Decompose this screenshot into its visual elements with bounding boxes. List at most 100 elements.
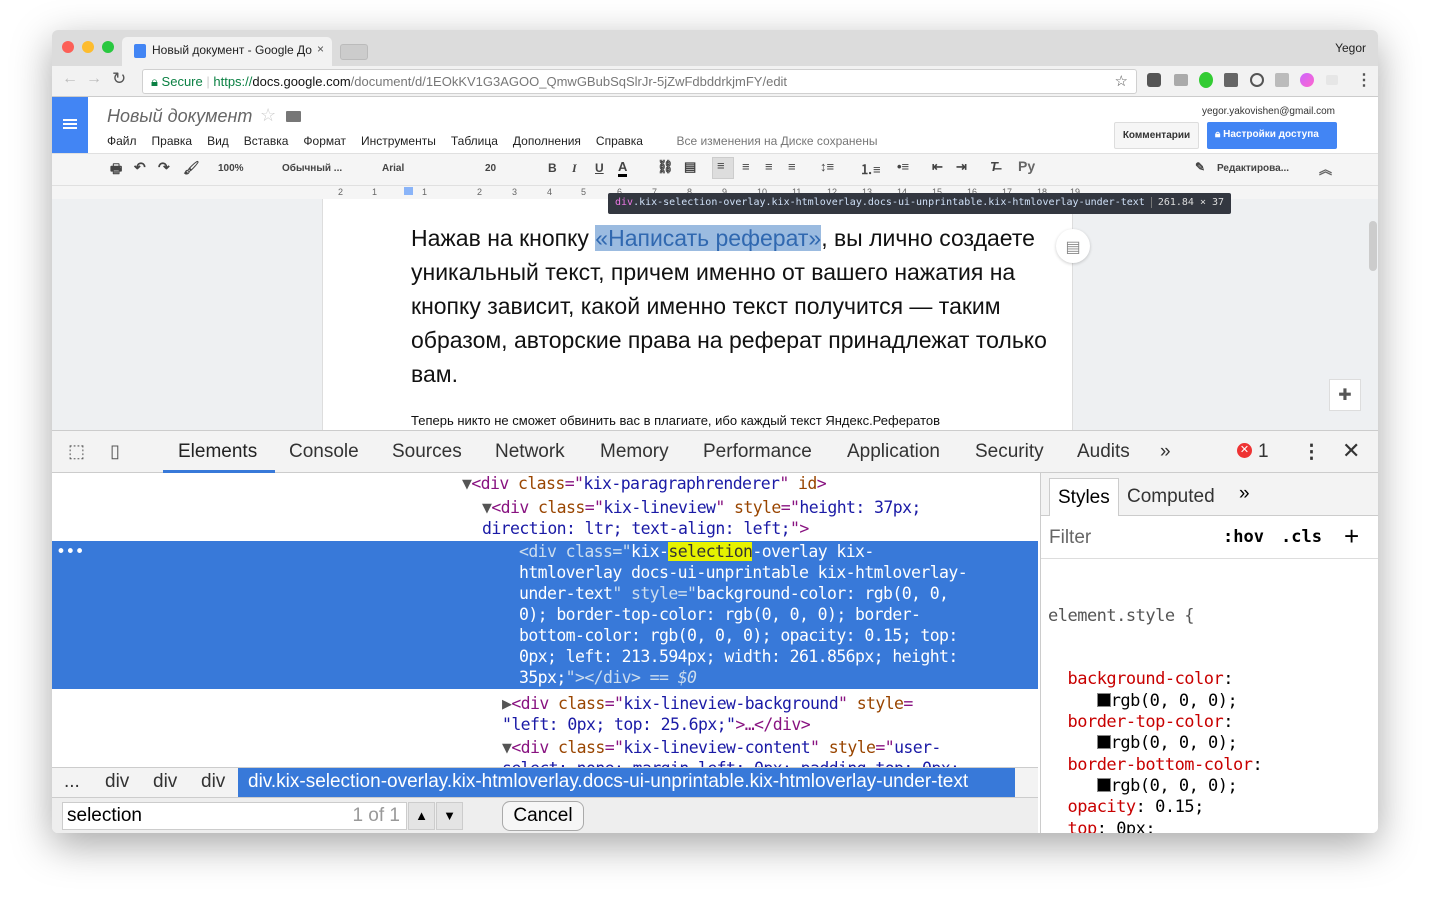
indent-marker[interactable]	[404, 187, 413, 195]
error-icon[interactable]: ✕	[1237, 443, 1252, 458]
justify-icon[interactable]: ≡	[788, 159, 796, 174]
extension-icon[interactable]	[1224, 73, 1238, 87]
styles-filter-input[interactable]: Filter	[1049, 527, 1091, 549]
color-swatch[interactable]	[1096, 692, 1111, 707]
close-tab-icon[interactable]: ×	[317, 42, 324, 56]
share-button[interactable]: 🔒︎ Настройки доступа	[1207, 122, 1337, 149]
document-title[interactable]: Новый документ	[107, 106, 252, 127]
devtools-menu-icon[interactable]: ⋮	[1302, 441, 1321, 464]
reload-icon[interactable]: ↻	[112, 69, 126, 89]
close-window-button[interactable]	[62, 41, 74, 53]
numbered-list-icon[interactable]: ⒈≡	[860, 159, 881, 178]
purple-extension-icon[interactable]	[1300, 73, 1314, 87]
folder-icon[interactable]	[286, 111, 301, 122]
explore-icon[interactable]: ✚	[1329, 379, 1361, 411]
menu-tools[interactable]: Инструменты	[361, 134, 436, 148]
tab-console[interactable]: Console	[289, 441, 359, 463]
dom-node[interactable]: ▶<div class="kix-lineview-background" st…	[502, 693, 913, 714]
breadcrumb-item[interactable]: div	[105, 771, 129, 793]
menu-help[interactable]: Справка	[596, 134, 643, 148]
tab-memory[interactable]: Memory	[600, 441, 669, 463]
menu-view[interactable]: Вид	[207, 134, 229, 148]
menu-file[interactable]: Файл	[107, 134, 137, 148]
link-icon[interactable]: ⛓︎	[657, 159, 674, 175]
document-page[interactable]: Нажав на кнопку «Написать реферат», вы л…	[322, 199, 1073, 430]
tab-security[interactable]: Security	[975, 441, 1044, 463]
color-swatch[interactable]	[1096, 735, 1111, 750]
bold-button[interactable]: B	[548, 161, 557, 175]
tab-network[interactable]: Network	[495, 441, 565, 463]
clear-formatting-icon[interactable]: T̶	[990, 159, 998, 174]
pocket-extension-icon[interactable]	[1147, 73, 1161, 87]
collapse-toolbar-icon[interactable]: ︽	[1319, 159, 1332, 178]
menu-table[interactable]: Таблица	[451, 134, 498, 148]
paint-format-icon[interactable]: 🖌︎	[183, 160, 200, 176]
doc-scrollbar[interactable]	[1369, 221, 1377, 271]
dom-node[interactable]: ▼<div class="kix-paragraphrenderer" id>	[462, 473, 827, 494]
profile-name[interactable]: Yegor	[1335, 41, 1366, 55]
back-icon[interactable]: ←	[62, 70, 78, 88]
url-input[interactable]: 🔒︎ Secure | https://docs.google.com/docu…	[142, 69, 1137, 94]
onepassword-extension-icon[interactable]	[1250, 73, 1264, 87]
font-select[interactable]: Arial	[382, 163, 404, 174]
new-style-rule-icon[interactable]: +	[1344, 521, 1359, 552]
tab-elements[interactable]: Elements	[178, 441, 257, 463]
print-icon[interactable]: 🖶	[110, 160, 122, 182]
menu-addons[interactable]: Дополнения	[513, 134, 581, 148]
breadcrumb-item[interactable]: div	[153, 771, 177, 793]
dom-tree[interactable]: ▼<div class="kix-paragraphrenderer" id> …	[52, 473, 1038, 767]
undo-icon[interactable]: ↶	[134, 159, 146, 176]
tab-audits[interactable]: Audits	[1077, 441, 1130, 463]
close-devtools-icon[interactable]: ✕	[1342, 438, 1360, 464]
style-property[interactable]: opacity: 0.15;	[1048, 797, 1262, 818]
menu-insert[interactable]: Вставка	[244, 134, 289, 148]
menu-edit[interactable]: Правка	[152, 134, 193, 148]
breadcrumb-item-selected[interactable]: div.kix-selection-overlay.kix-htmloverla…	[238, 768, 1015, 798]
tab-application[interactable]: Application	[847, 441, 940, 463]
editing-mode-select[interactable]: Редактирова...	[1217, 163, 1289, 174]
chrome-menu-icon[interactable]: ⋮	[1356, 70, 1372, 90]
tab-styles[interactable]: Styles	[1049, 478, 1119, 516]
increase-indent-icon[interactable]: ⇥	[956, 159, 967, 175]
underline-button[interactable]: U	[595, 161, 604, 175]
camera-extension-icon[interactable]	[1174, 74, 1188, 86]
zoom-select[interactable]: 100%	[218, 163, 244, 174]
tab-performance[interactable]: Performance	[703, 441, 812, 463]
search-input[interactable]: selection 1 of 1	[62, 802, 407, 830]
breadcrumb-item[interactable]: ...	[64, 771, 80, 793]
style-property[interactable]: background-color: rgb(0, 0, 0);	[1048, 669, 1262, 712]
style-select[interactable]: Обычный ...	[282, 163, 342, 174]
forward-icon[interactable]: →	[86, 70, 102, 88]
italic-button[interactable]: I	[572, 161, 577, 176]
style-rule[interactable]: element.style { background-color: rgb(0,…	[1048, 563, 1263, 833]
align-right-icon[interactable]: ≡	[765, 159, 773, 174]
input-tools-button[interactable]: Ру	[1018, 158, 1035, 174]
style-property[interactable]: top: 0px;	[1048, 819, 1262, 833]
cancel-button[interactable]: Cancel	[502, 801, 584, 831]
breadcrumb-item[interactable]: div	[201, 771, 225, 793]
more-tabs-icon[interactable]: »	[1160, 441, 1171, 463]
hov-toggle[interactable]: :hov	[1223, 527, 1264, 547]
bulleted-list-icon[interactable]: •≡	[897, 159, 909, 174]
inspect-element-icon[interactable]: ⬚	[68, 441, 85, 462]
selected-dom-node[interactable]: ••• <div class="kix-selection-overlay ki…	[52, 541, 1038, 689]
align-left-icon[interactable]: ≡	[712, 157, 734, 179]
save-status[interactable]: Все изменения на Диске сохранены	[676, 134, 877, 148]
more-panes-icon[interactable]: »	[1239, 483, 1250, 505]
tab-computed[interactable]: Computed	[1127, 486, 1215, 508]
style-property[interactable]: border-top-color: rgb(0, 0, 0);	[1048, 712, 1262, 755]
browser-tab[interactable]: Новый документ - Google До ×	[122, 37, 332, 66]
star-icon[interactable]: ☆	[260, 105, 276, 126]
maximize-window-button[interactable]	[102, 41, 114, 53]
device-toolbar-icon[interactable]: ▯	[110, 441, 120, 462]
dom-node[interactable]: ▼<div class="kix-lineview" style="height…	[482, 497, 921, 518]
next-match-icon[interactable]: ▼	[436, 802, 463, 830]
font-size-select[interactable]: 20	[485, 163, 496, 174]
align-center-icon[interactable]: ≡	[742, 159, 750, 174]
bookmark-star-icon[interactable]: ☆	[1115, 72, 1128, 90]
account-email[interactable]: yegor.yakovishen@gmail.com	[1202, 106, 1335, 117]
paragraph[interactable]: Нажав на кнопку «Написать реферат», вы л…	[411, 221, 1051, 391]
node-actions-icon[interactable]: •••	[56, 541, 85, 562]
next-paragraph[interactable]: Теперь никто не сможет обвинить вас в пл…	[411, 413, 940, 428]
react-extension-icon[interactable]	[1275, 73, 1289, 87]
